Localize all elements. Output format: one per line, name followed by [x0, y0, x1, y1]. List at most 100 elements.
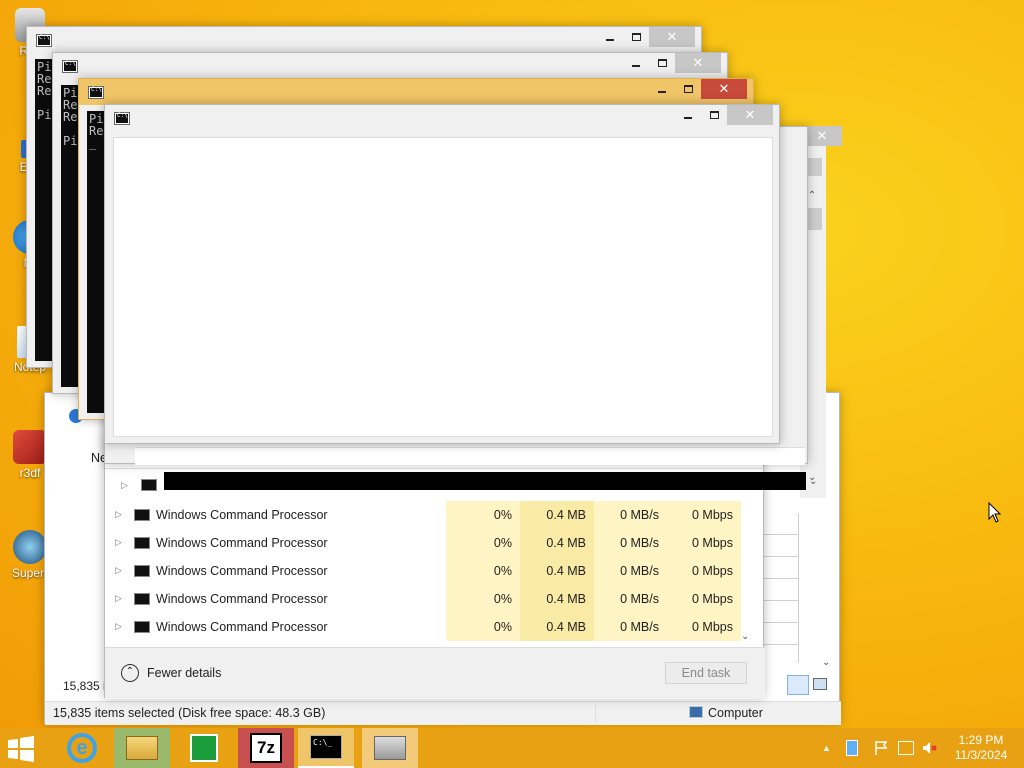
process-row[interactable]: ▷ Windows Command Processor 0% 0.4 MB 0 … — [105, 501, 745, 529]
network-cell: 0 Mbps — [667, 613, 741, 641]
show-hidden-icons-icon[interactable]: ▲ — [822, 743, 831, 753]
maximize-button[interactable] — [701, 105, 727, 125]
taskbar-command-prompt[interactable]: C:\_ — [298, 728, 354, 768]
scroll-down-arrow-icon[interactable]: ⌄ — [822, 657, 830, 668]
expand-chevron-icon[interactable]: ▷ — [115, 537, 122, 548]
details-view-icon[interactable] — [787, 675, 809, 695]
computer-icon — [689, 706, 703, 718]
network-cell: 0 Mbps — [667, 585, 741, 613]
minimize-icon — [606, 39, 614, 41]
store-icon — [190, 734, 218, 762]
close-button[interactable]: ✕ — [701, 79, 747, 99]
black-strip — [164, 472, 806, 490]
explorer-column — [763, 513, 799, 663]
minimize-button[interactable] — [623, 53, 649, 73]
expand-chevron-icon[interactable]: ▷ — [115, 593, 122, 604]
network-cell: 0 Mbps — [667, 557, 741, 585]
taskbar-resource-monitor[interactable] — [362, 728, 418, 768]
minimize-button[interactable] — [649, 79, 675, 99]
app-icon — [13, 530, 47, 564]
taskbar-internet-explorer[interactable]: e — [54, 728, 110, 768]
process-row[interactable]: ▷ Windows Command Processor 0% 0.4 MB 0 … — [105, 613, 745, 641]
scroll-down-arrow-icon[interactable]: ⌄ — [809, 476, 817, 487]
process-name: Windows Command Processor — [156, 592, 328, 606]
cmd-icon — [134, 565, 150, 577]
command-prompt-icon — [36, 34, 52, 47]
scroll-up-arrow-icon[interactable]: ⌃ — [808, 190, 816, 201]
cpu-cell: 0% — [446, 557, 520, 585]
expand-chevron-icon[interactable]: ▷ — [115, 621, 122, 632]
window-content-area[interactable] — [113, 137, 773, 437]
maximize-icon — [683, 85, 693, 93]
memory-cell: 0.4 MB — [520, 501, 594, 529]
process-name: Windows Command Processor — [156, 564, 328, 578]
list-scroll-down-icon[interactable]: ⌄ — [741, 631, 749, 642]
cmd-icon — [134, 621, 150, 633]
minimize-button[interactable] — [675, 105, 701, 125]
title-bar[interactable]: ✕ — [105, 105, 779, 131]
command-prompt-icon — [88, 86, 104, 99]
expand-chevron-icon[interactable]: ▷ — [115, 509, 122, 520]
close-button[interactable]: ✕ — [675, 53, 721, 73]
resource-monitor-icon — [374, 736, 406, 760]
disk-cell: 0 MB/s — [594, 613, 667, 641]
cmd-icon — [134, 509, 150, 521]
memory-cell: 0.4 MB — [520, 585, 594, 613]
title-bar[interactable]: ✕ — [53, 53, 727, 79]
title-bar[interactable]: ✕ — [27, 27, 701, 53]
left-item-count: 15,835 i — [63, 679, 106, 693]
network-cell: 0 Mbps — [667, 501, 741, 529]
clock-time: 1:29 PM — [958, 733, 1004, 747]
memory-cell: 0.4 MB — [520, 557, 594, 585]
close-button[interactable]: ✕ — [649, 27, 695, 47]
disk-cell: 0 MB/s — [594, 557, 667, 585]
memory-cell: 0.4 MB — [520, 529, 594, 557]
maximize-button[interactable] — [675, 79, 701, 99]
blank-window: ✕ — [104, 104, 780, 444]
minimize-button[interactable] — [597, 27, 623, 47]
maximize-icon — [631, 33, 641, 41]
cmd-icon — [141, 479, 157, 491]
memory-cell: 0.4 MB — [520, 613, 594, 641]
maximize-button[interactable] — [649, 53, 675, 73]
cmd-icon — [134, 537, 150, 549]
network-status-icon[interactable] — [898, 741, 914, 755]
cmd-icon — [134, 593, 150, 605]
process-row[interactable]: ▷ Windows Command Processor 0% 0.4 MB 0 … — [105, 557, 745, 585]
close-button[interactable]: ✕ — [727, 105, 773, 125]
action-center-flag-icon[interactable] — [874, 740, 888, 756]
taskbar-store[interactable] — [176, 728, 232, 768]
expand-chevron-icon[interactable]: ▷ — [121, 480, 128, 491]
taskbar-7zip[interactable]: 7z — [238, 728, 294, 768]
cpu-cell: 0% — [446, 501, 520, 529]
cpu-cell: 0% — [446, 529, 520, 557]
process-row[interactable]: ▷ Windows Command Processor 0% 0.4 MB 0 … — [105, 585, 745, 613]
end-task-button[interactable]: End task — [665, 662, 747, 684]
task-manager-footer: ⌃ Fewer details End task — [105, 647, 765, 699]
start-button[interactable] — [6, 736, 38, 762]
maximize-icon — [709, 111, 719, 119]
cpu-cell: 0% — [446, 613, 520, 641]
taskbar-file-explorer[interactable] — [114, 728, 170, 768]
close-button[interactable]: ✕ — [802, 126, 842, 146]
command-prompt-icon: C:\_ — [310, 735, 342, 759]
disk-cell: 0 MB/s — [594, 501, 667, 529]
volume-muted-icon[interactable] — [922, 740, 938, 756]
location-label: Computer — [708, 706, 763, 720]
process-name: Windows Command Processor — [156, 536, 328, 550]
chevron-up-icon[interactable]: ⌃ — [121, 664, 139, 682]
process-name: Windows Command Processor — [156, 508, 328, 522]
cpu-cell: 0% — [446, 585, 520, 613]
notification-icon[interactable] — [846, 740, 858, 756]
fewer-details-link[interactable]: Fewer details — [147, 666, 221, 680]
process-row[interactable]: ▷ Windows Command Processor 0% 0.4 MB 0 … — [105, 529, 745, 557]
title-bar[interactable]: ✕ — [79, 79, 753, 105]
maximize-button[interactable] — [623, 27, 649, 47]
mouse-cursor-icon — [988, 502, 1002, 523]
command-prompt-icon — [62, 60, 78, 73]
internet-explorer-icon: e — [67, 733, 97, 763]
clock[interactable]: 1:29 PM 11/3/2024 — [950, 733, 1012, 763]
expand-chevron-icon[interactable]: ▷ — [115, 565, 122, 576]
large-icons-view-icon[interactable] — [813, 678, 827, 690]
minimize-icon — [684, 117, 692, 119]
